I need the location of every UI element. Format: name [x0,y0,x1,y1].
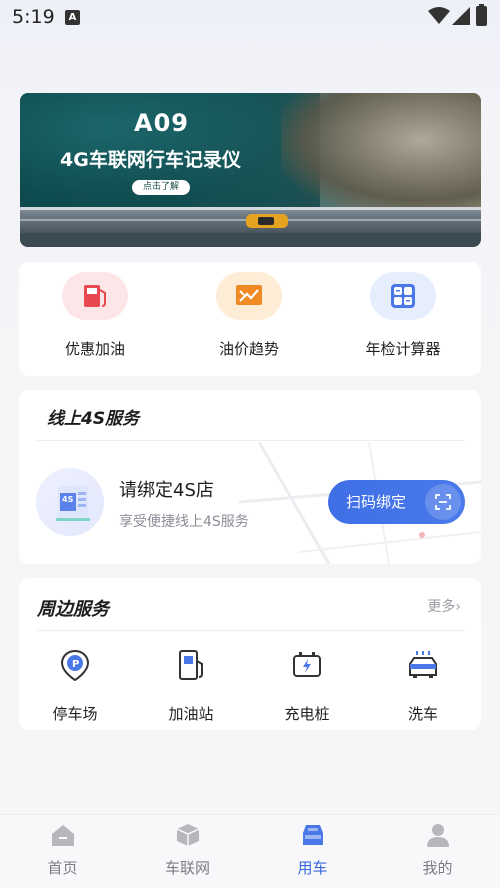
tool-label: 优惠加油 [64,340,125,358]
gas-station-icon [179,650,203,680]
bind-4s-shop-description: 享受便捷线上4S服务 [119,514,249,530]
more-label: 更多 [427,599,456,615]
wifi-icon [428,7,450,24]
tab-label: 首页 [47,859,78,877]
divider [37,630,465,631]
tool-fuel-discount[interactable]: 优惠加油 [35,272,155,359]
car-wash-icon [409,651,437,678]
nearby-item-parking[interactable]: P 停车场 [25,648,125,724]
tab-label: 我的 [422,859,453,877]
home-icon [51,825,74,846]
banner-rock-bg [281,93,481,211]
status-bar: 5:19 A [0,0,500,36]
more-link[interactable]: 更多› [427,596,461,616]
section-title: 周边服务 [37,595,109,621]
banner-title: A09 [134,109,189,137]
nearby-item-car-wash[interactable]: 洗车 [373,648,473,724]
svg-text:P: P [72,659,79,670]
tool-oil-price-trend[interactable]: 油价趋势 [189,272,309,359]
online-4s-card: 线上4S服务 4S 请绑定4S店 享受便捷线上4S服务 扫码绑定 [19,390,481,564]
parking-icon: P [60,649,90,682]
battery-icon [476,4,487,26]
bottom-tab-bar: 首页 车联网 用车 我的 [0,814,500,888]
tab-label: 用车 [297,859,328,877]
status-time: 5:19 [12,6,55,28]
tool-inspection-calculator[interactable]: 年检计算器 [343,272,463,359]
accessibility-icon: A [65,10,80,25]
nearby-item-label: 充电桩 [284,705,330,723]
4s-shop-icon: 4S [36,468,104,536]
fuel-pump-icon [62,272,128,320]
banner-bottom-strip [20,233,481,247]
quick-tools-card: 优惠加油 油价趋势 年检计算器 [19,262,481,376]
scan-bind-button[interactable]: 扫码绑定 [328,480,465,524]
calculator-icon [370,272,436,320]
charging-pile-icon [293,652,321,677]
tab-home[interactable]: 首页 [0,821,125,878]
banner-car-image [246,214,288,228]
nearby-item-charging-pile[interactable]: 充电桩 [257,648,357,724]
tab-iov[interactable]: 车联网 [125,821,250,878]
price-trend-icon [216,272,282,320]
profile-icon [426,824,449,847]
scan-bind-label: 扫码绑定 [346,493,407,511]
scan-icon [425,484,461,520]
tab-label: 车联网 [164,859,210,877]
nearby-services-card: 周边服务 更多› P 停车场 加油站 充电桩 洗车 [19,578,481,730]
banner-learn-more-button[interactable]: 点击了解 [132,180,190,195]
nearby-item-label: 停车场 [52,705,98,723]
banner-subtitle: 4G车联网行车记录仪 [60,149,241,171]
tab-car-use[interactable]: 用车 [250,821,375,878]
banner-rail [20,207,481,210]
nearby-item-label: 加油站 [168,705,214,723]
tool-label: 年检计算器 [365,340,441,358]
bind-4s-shop-title: 请绑定4S店 [119,480,214,501]
tab-profile[interactable]: 我的 [375,821,500,878]
divider [37,440,465,441]
cellular-icon [452,7,470,25]
section-title: 线上4S服务 [47,404,139,430]
iov-icon [176,824,199,846]
nearby-item-gas-station[interactable]: 加油站 [141,648,241,724]
chevron-right-icon: › [455,599,461,615]
car-use-icon [302,825,323,845]
tool-label: 油价趋势 [218,340,279,358]
nearby-item-label: 洗车 [407,705,438,723]
promo-banner[interactable]: A09 4G车联网行车记录仪 点击了解 [20,93,481,247]
4s-shop-badge: 4S [62,495,74,504]
